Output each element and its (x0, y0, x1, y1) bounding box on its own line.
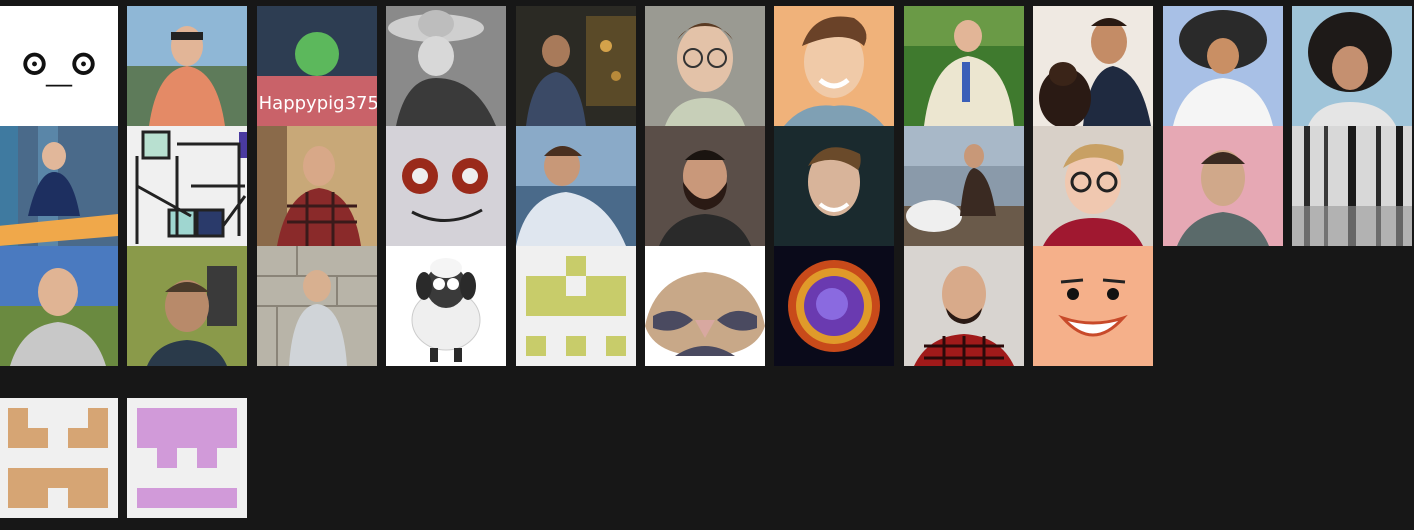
ascii-face-text: ʘ_ʘ (21, 36, 96, 87)
avatar-person-sea[interactable] (515, 126, 636, 246)
avatar-sheep-cartoon[interactable] (386, 246, 507, 366)
avatar-person-nasa-dog[interactable] (1033, 6, 1154, 126)
avatar-donut-eyes-face[interactable] (386, 126, 507, 246)
avatar-nebula[interactable] (774, 246, 895, 366)
avatar-person-orange-shirt[interactable] (127, 6, 248, 126)
avatar-person-curly-hair[interactable] (1291, 6, 1412, 126)
avatar-person-pink-wall[interactable] (1162, 126, 1283, 246)
avatar-cartoon-face[interactable] (1033, 246, 1154, 366)
avatar-person-stone-wall[interactable] (256, 246, 377, 366)
avatar-identicon-purple[interactable] (127, 398, 248, 518)
avatar-person-feather-headdress[interactable] (1162, 6, 1283, 126)
avatar-happypig375[interactable]: Happypig375 (256, 6, 377, 126)
avatar-person-glasses[interactable] (644, 6, 765, 126)
avatar-person-smiling[interactable] (774, 6, 895, 126)
happypig375-label: Happypig375 (258, 93, 377, 114)
avatar-person-lying-grass[interactable] (903, 6, 1024, 126)
avatar-grid-extra (0, 398, 248, 518)
avatar-bird-cartoon[interactable] (644, 246, 765, 366)
avatar-identicon-green[interactable] (515, 246, 636, 366)
avatar-grid: ʘ_ʘ Happypig375 (0, 6, 1412, 366)
avatar-person-beach-rocks[interactable] (903, 126, 1024, 246)
avatar-identicon-tan[interactable] (0, 398, 118, 518)
avatar-person-green-wall[interactable] (127, 246, 248, 366)
avatar-snowy-forest[interactable] (1291, 126, 1412, 246)
avatar-person-meditating[interactable] (0, 126, 118, 246)
avatar-person-arcade[interactable] (515, 6, 636, 126)
avatar-person-dark-bg[interactable] (774, 126, 895, 246)
avatar-person-blond-glasses[interactable] (1033, 126, 1154, 246)
avatar-person-beard-brick[interactable] (644, 126, 765, 246)
avatar-person-red-plaid[interactable] (903, 246, 1024, 366)
avatar-geometric-lines[interactable] (127, 126, 248, 246)
avatar-person-sombrero[interactable] (386, 6, 507, 126)
avatar-person-outdoor[interactable] (0, 246, 118, 366)
avatar-person-plaid-shirt[interactable] (256, 126, 377, 246)
avatar-ascii-face[interactable]: ʘ_ʘ (0, 6, 118, 126)
